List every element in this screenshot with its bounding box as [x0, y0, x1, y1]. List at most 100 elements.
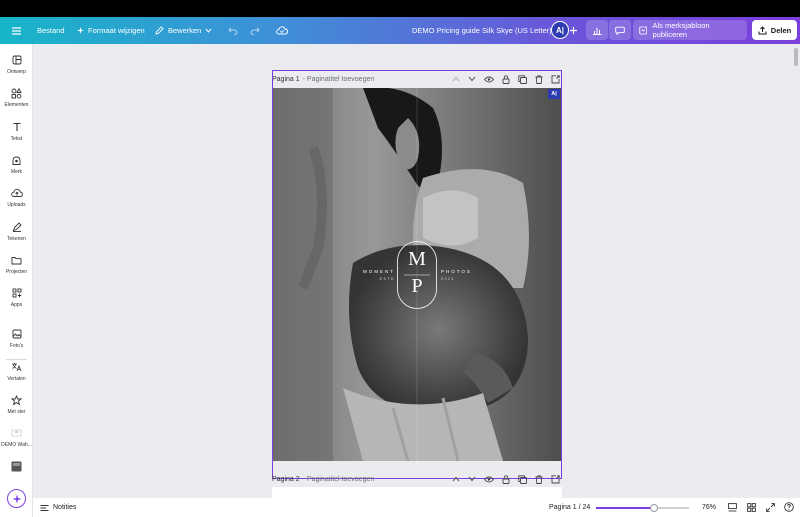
- resize-label: Formaat wijzigen: [88, 26, 145, 35]
- resize-button[interactable]: Formaat wijzigen: [77, 17, 145, 44]
- vertical-scrollbar[interactable]: [794, 48, 798, 66]
- logo-right-small: 2024: [441, 277, 455, 281]
- avatar-initials: A|: [555, 25, 564, 35]
- file-menu-button[interactable]: Bestand: [37, 17, 65, 44]
- hamburger-icon: [12, 26, 21, 35]
- page-2-title-input[interactable]: - Paginatitel toevoegen: [303, 476, 375, 483]
- lock-icon[interactable]: [502, 474, 510, 484]
- zoom-level-text: 76%: [701, 504, 716, 511]
- eye-icon[interactable]: [484, 476, 494, 483]
- insights-button[interactable]: [586, 20, 608, 40]
- page-indicator-text: Pagina 1 / 24: [549, 504, 591, 511]
- sidebar-item-text[interactable]: Tekst: [0, 121, 33, 142]
- brand-kit-icon: [11, 427, 23, 439]
- chevron-down-icon[interactable]: [468, 76, 476, 82]
- chevron-down-icon[interactable]: [468, 476, 476, 482]
- grid-view-icon[interactable]: [747, 503, 756, 512]
- zoom-level-button[interactable]: 76%: [694, 498, 724, 517]
- bottom-toolbar: Notities Pagina 1 / 24 76%: [33, 498, 800, 517]
- duplicate-icon[interactable]: [518, 74, 527, 84]
- comment-icon: [615, 26, 625, 35]
- help-icon[interactable]: [784, 502, 794, 512]
- page-1-label: Pagina 1: [272, 75, 300, 83]
- text-icon: [11, 121, 23, 133]
- sidebar-item-label: Met ster: [7, 409, 26, 415]
- save-status-button[interactable]: [276, 17, 288, 44]
- brand-icon: [11, 154, 23, 166]
- left-sidebar: Ontwerp Elementen Tekst Merk Uploads Tek…: [0, 44, 33, 517]
- collaborator-badge-text: A|: [551, 91, 557, 97]
- page-indicator[interactable]: Pagina 1 / 24: [549, 498, 590, 517]
- design-canvas-page-2[interactable]: [272, 487, 562, 498]
- sidebar-item-label: Tekenen: [7, 236, 26, 242]
- add-page-icon[interactable]: [551, 74, 560, 84]
- collaborator-badge: A|: [548, 89, 560, 99]
- plus-icon: [570, 27, 577, 34]
- window-top-bar: [0, 0, 800, 17]
- magic-assistant-button[interactable]: [7, 489, 26, 508]
- sidebar-item-apps[interactable]: Apps: [0, 287, 33, 308]
- sidebar-item-brand-kit[interactable]: DEMO Wah...: [0, 427, 33, 448]
- eye-icon[interactable]: [484, 76, 494, 83]
- add-collaborator-button[interactable]: [569, 17, 578, 44]
- zoom-slider[interactable]: [596, 503, 689, 512]
- logo-left-small: ESTD: [379, 277, 395, 281]
- sidebar-item-draw[interactable]: Tekenen: [0, 221, 33, 242]
- sidebar-item-design[interactable]: Ontwerp: [0, 54, 33, 75]
- sidebar-item-projects[interactable]: Projecten: [0, 254, 33, 275]
- user-avatar[interactable]: A|: [551, 21, 569, 39]
- sidebar-item-label: Ontwerp: [7, 69, 26, 75]
- share-label: Delen: [770, 25, 792, 35]
- zoom-slider-thumb[interactable]: [649, 503, 658, 512]
- sidebar-item-photos[interactable]: Foto's: [0, 328, 33, 349]
- logo-left-word: MOMENT: [363, 269, 395, 274]
- undo-icon: [228, 27, 238, 35]
- sparkle-icon: [77, 27, 84, 34]
- sidebar-item-image[interactable]: [0, 460, 33, 472]
- sidebar-item-brand[interactable]: Merk: [0, 154, 33, 175]
- logo-right-word: PHOTOS: [441, 269, 472, 274]
- page-1-header: Pagina 1 - Paginatitel toevoegen: [272, 71, 562, 87]
- cloud-check-icon: [276, 26, 288, 35]
- add-page-icon[interactable]: [551, 474, 560, 484]
- page-view-icon[interactable]: [728, 503, 737, 512]
- photo-icon: [11, 328, 23, 340]
- folder-icon: [11, 254, 23, 266]
- share-button[interactable]: Delen: [752, 20, 797, 40]
- fullscreen-icon[interactable]: [766, 503, 775, 512]
- sidebar-item-uploads[interactable]: Uploads: [0, 187, 33, 208]
- apps-icon: [11, 287, 23, 299]
- sidebar-item-elements[interactable]: Elementen: [0, 87, 33, 108]
- star-icon: [11, 394, 23, 406]
- chevron-up-icon[interactable]: [452, 476, 460, 482]
- edit-mode-button[interactable]: Bewerken: [155, 17, 212, 44]
- publish-template-button[interactable]: Als merksjabloon publiceren: [633, 20, 747, 40]
- logo-monogram-bottom: P: [411, 275, 423, 297]
- trash-icon[interactable]: [535, 474, 543, 484]
- comments-button[interactable]: [609, 20, 631, 40]
- sidebar-item-translate[interactable]: Vertalen: [0, 361, 33, 382]
- notes-button[interactable]: Notities: [40, 498, 76, 517]
- trash-icon[interactable]: [535, 74, 543, 84]
- page-1-title-input[interactable]: - Paginatitel toevoegen: [303, 76, 375, 83]
- duplicate-icon[interactable]: [518, 474, 527, 484]
- document-title[interactable]: DEMO Pricing guide Silk Skye (US Letter): [412, 17, 552, 44]
- sidebar-item-label: Foto's: [9, 343, 24, 349]
- brand-template-icon: [639, 26, 648, 34]
- lock-icon[interactable]: [502, 74, 510, 84]
- page-2-header: Pagina 2 - Paginatitel toevoegen: [272, 471, 562, 487]
- layout-icon: [11, 54, 23, 66]
- undo-button[interactable]: [228, 17, 238, 44]
- notes-label: Notities: [53, 504, 77, 511]
- chevron-up-icon[interactable]: [452, 76, 460, 82]
- file-menu-label: Bestand: [37, 26, 65, 35]
- menu-button[interactable]: [12, 17, 21, 44]
- sidebar-divider: [6, 359, 27, 360]
- share-icon: [758, 25, 767, 34]
- pen-icon: [11, 221, 23, 233]
- sidebar-item-starred[interactable]: Met ster: [0, 394, 33, 415]
- sidebar-item-label: Apps: [10, 302, 23, 308]
- redo-button[interactable]: [250, 17, 260, 44]
- design-canvas-page-1[interactable]: M P MOMENT ESTD PHOTOS 2024: [273, 88, 561, 461]
- edit-mode-label: Bewerken: [168, 26, 202, 35]
